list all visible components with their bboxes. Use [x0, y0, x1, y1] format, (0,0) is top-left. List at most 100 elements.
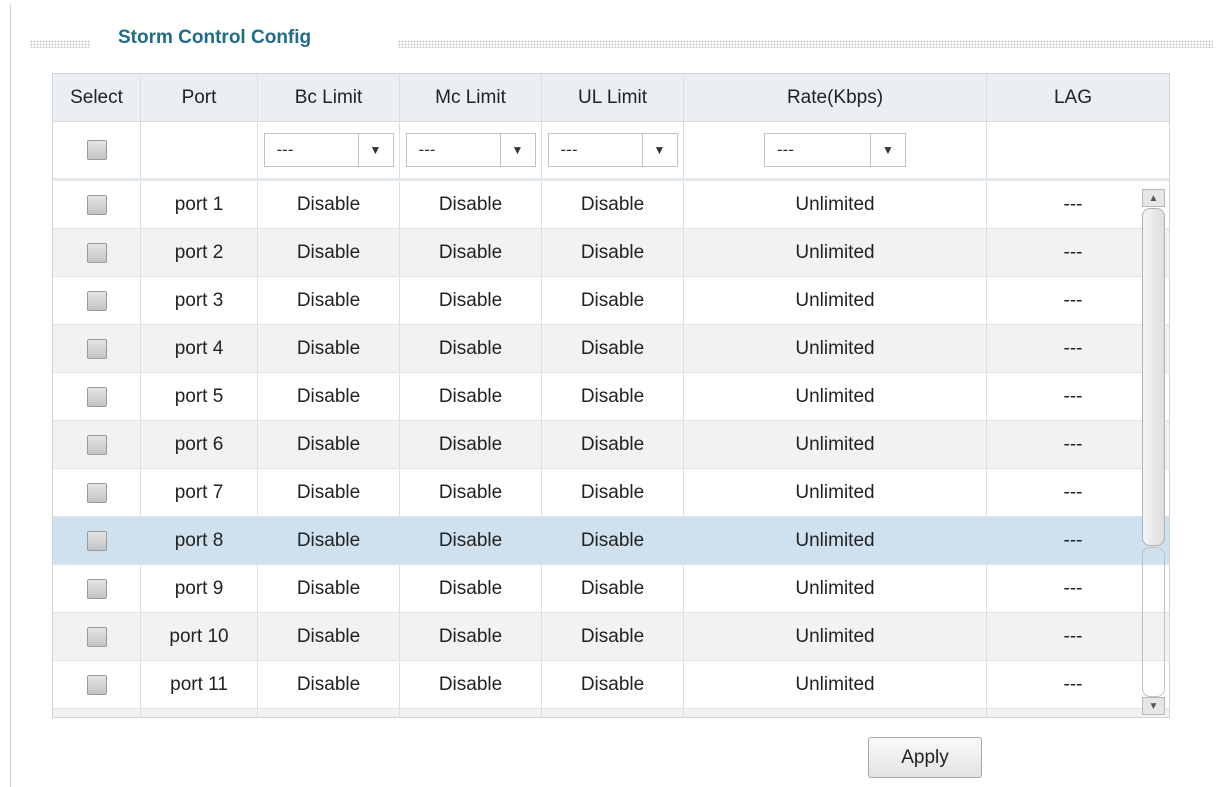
table-row[interactable]: port 5 Disable Disable Disable Unlimited ---: [53, 373, 1169, 421]
table-row[interactable]: port 2 Disable Disable Disable Unlimited ---: [53, 229, 1169, 277]
legend-divider-right: [398, 40, 1213, 48]
mc-limit-cell: Disable: [400, 421, 542, 468]
arrow-down-icon[interactable]: ▼: [1142, 697, 1165, 715]
row-select-cell: [53, 613, 141, 660]
mc-limit-cell: Disable: [400, 661, 542, 708]
lag-cell: ---: [1063, 529, 1083, 551]
table-row[interactable]: port 9 Disable Disable Disable Unlimited ---: [53, 565, 1169, 613]
arrow-up-icon[interactable]: ▲: [1142, 189, 1165, 207]
ul-limit-cell: Disable: [542, 469, 684, 516]
row-select-cell: [53, 181, 141, 228]
storm-control-table: Select Port Bc Limit Mc Limit UL Limit R…: [52, 73, 1170, 718]
lag-cell: ---: [1063, 289, 1083, 311]
mc-limit-select-value: ---: [418, 140, 436, 159]
row-checkbox[interactable]: [86, 578, 107, 599]
rate-cell: Unlimited: [684, 421, 987, 468]
filter-row: --- ▼ --- ▼ --- ▼ --- ▼: [53, 122, 1169, 181]
scrollbar-track[interactable]: [1142, 547, 1165, 697]
row-checkbox[interactable]: [86, 626, 107, 647]
header-select: Select: [53, 74, 141, 121]
lag-cell: ---: [1063, 481, 1083, 503]
port-cell: port 7: [141, 469, 258, 516]
lag-cell: ---: [987, 709, 1159, 717]
bc-limit-cell: Disable: [258, 469, 400, 516]
port-cell: port 9: [141, 565, 258, 612]
row-select-cell: [53, 517, 141, 564]
ul-limit-cell: Disable: [542, 229, 684, 276]
port-cell: port 12: [141, 709, 258, 717]
port-cell: port 10: [141, 613, 258, 660]
rate-cell: Unlimited: [684, 565, 987, 612]
rate-cell: Unlimited: [684, 325, 987, 372]
table-header: Select Port Bc Limit Mc Limit UL Limit R…: [53, 74, 1169, 122]
table-row[interactable]: port 7 Disable Disable Disable Unlimited ---: [53, 469, 1169, 517]
row-select-cell: [53, 373, 141, 420]
mc-limit-cell: Disable: [400, 469, 542, 516]
row-checkbox[interactable]: [86, 194, 107, 215]
ul-limit-cell: Disable: [542, 421, 684, 468]
bc-limit-cell: Disable: [258, 661, 400, 708]
port-cell: port 11: [141, 661, 258, 708]
ul-limit-cell: Disable: [542, 277, 684, 324]
row-checkbox[interactable]: [86, 242, 107, 263]
apply-button[interactable]: Apply: [868, 737, 982, 778]
caret-down-icon: ▼: [870, 134, 905, 166]
caret-down-icon: ▼: [641, 134, 677, 166]
table-row[interactable]: port 6 Disable Disable Disable Unlimited ---: [53, 421, 1169, 469]
ul-limit-cell: Disable: [542, 661, 684, 708]
row-select-cell: [53, 565, 141, 612]
header-rate: Rate(Kbps): [684, 74, 987, 121]
lag-cell: ---: [1063, 673, 1083, 695]
bc-limit-cell: Disable: [258, 229, 400, 276]
port-cell: port 1: [141, 181, 258, 228]
row-checkbox[interactable]: [86, 338, 107, 359]
mc-limit-select[interactable]: --- ▼: [405, 133, 536, 167]
row-checkbox[interactable]: [86, 482, 107, 503]
mc-limit-cell: Disable: [400, 709, 542, 717]
bc-limit-select[interactable]: --- ▼: [263, 133, 394, 167]
table-row[interactable]: port 11 Disable Disable Disable Unlimited ---: [53, 661, 1169, 709]
row-checkbox[interactable]: [86, 530, 107, 551]
scrollbar[interactable]: ▲ ▼: [1139, 181, 1169, 717]
row-checkbox[interactable]: [86, 386, 107, 407]
header-port: Port: [141, 74, 258, 121]
bc-limit-select-value: ---: [276, 140, 294, 159]
ul-limit-cell: Disable: [542, 709, 684, 717]
section-title: Storm Control Config: [118, 27, 312, 48]
caret-down-icon: ▼: [499, 134, 535, 166]
scrollbar-thumb[interactable]: [1142, 208, 1165, 546]
row-select-cell: [53, 421, 141, 468]
header-lag: LAG: [1053, 86, 1093, 108]
table-body[interactable]: port 1 Disable Disable Disable Unlimited --- p…: [53, 181, 1169, 717]
ul-limit-cell: Disable: [542, 325, 684, 372]
row-checkbox[interactable]: [86, 674, 107, 695]
port-cell: port 4: [141, 325, 258, 372]
ul-limit-cell: Disable: [542, 613, 684, 660]
table-row[interactable]: port 1 Disable Disable Disable Unlimited ---: [53, 181, 1169, 229]
table-row[interactable]: port 4 Disable Disable Disable Unlimited ---: [53, 325, 1169, 373]
rate-cell: Unlimited: [684, 661, 987, 708]
row-select-cell: [53, 229, 141, 276]
ul-limit-select[interactable]: --- ▼: [547, 133, 678, 167]
rate-cell: Unlimited: [684, 277, 987, 324]
bc-limit-cell: Disable: [258, 517, 400, 564]
row-select-cell: [53, 277, 141, 324]
ul-limit-cell: Disable: [542, 181, 684, 228]
select-all-checkbox[interactable]: [86, 140, 107, 160]
row-checkbox[interactable]: [86, 434, 107, 455]
bc-limit-cell: Disable: [258, 277, 400, 324]
lag-cell: ---: [1063, 625, 1083, 647]
caret-down-icon: ▼: [357, 134, 393, 166]
rate-select[interactable]: --- ▼: [764, 133, 906, 167]
row-list: port 1 Disable Disable Disable Unlimited --- p…: [53, 181, 1169, 717]
table-row[interactable]: port 3 Disable Disable Disable Unlimited ---: [53, 277, 1169, 325]
rate-cell: Unlimited: [684, 517, 987, 564]
mc-limit-cell: Disable: [400, 373, 542, 420]
bc-limit-cell: Disable: [258, 325, 400, 372]
bc-limit-cell: Disable: [258, 373, 400, 420]
table-row[interactable]: port 10 Disable Disable Disable Unlimited ---: [53, 613, 1169, 661]
row-checkbox[interactable]: [86, 290, 107, 311]
bc-limit-cell: Disable: [258, 421, 400, 468]
table-row[interactable]: port 12DisableDisableDisableUnlimited---: [53, 709, 1169, 717]
table-row[interactable]: port 8 Disable Disable Disable Unlimited ---: [53, 517, 1169, 565]
